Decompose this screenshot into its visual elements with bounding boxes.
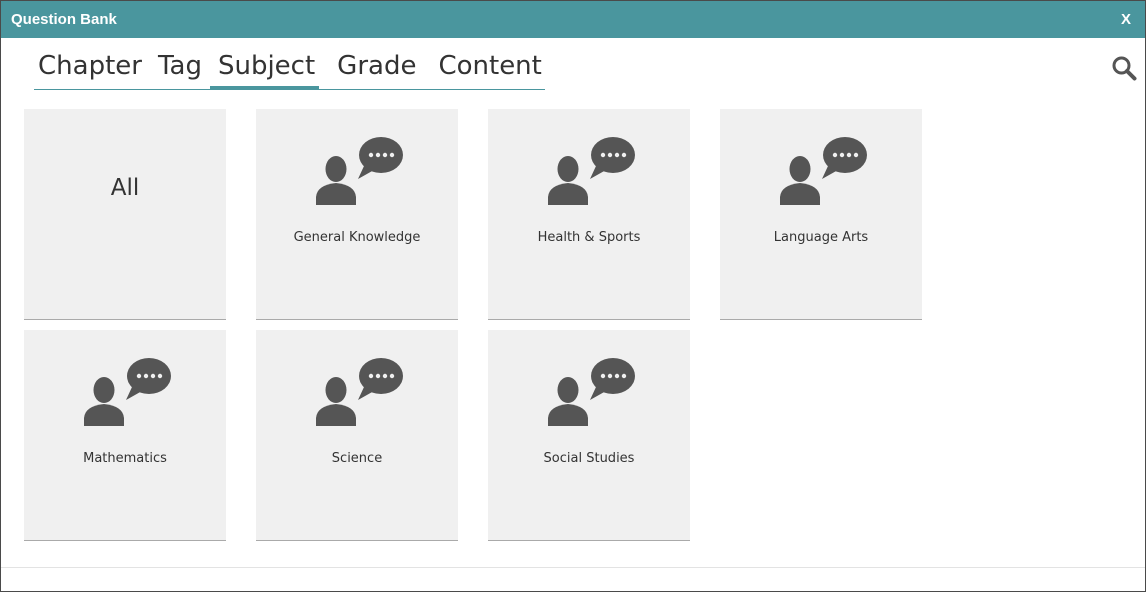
subject-card-science[interactable]: Science xyxy=(256,330,458,541)
question-bank-dialog: Question Bank X Chapter Tag Subject Grad… xyxy=(0,0,1146,592)
card-label: General Knowledge xyxy=(293,230,421,245)
dialog-titlebar: Question Bank X xyxy=(1,1,1145,38)
person-speech-icon xyxy=(548,137,635,205)
subject-card-all[interactable]: All xyxy=(24,109,226,320)
subject-card-social-studies[interactable]: Social Studies xyxy=(488,330,690,541)
footer-divider xyxy=(1,567,1145,568)
card-label: Language Arts xyxy=(773,230,869,245)
subject-card-health-sports[interactable]: Health & Sports xyxy=(488,109,690,320)
person-speech-icon xyxy=(84,358,171,426)
filter-tabs: Chapter Tag Subject Grade Content xyxy=(34,45,545,90)
tab-chapter[interactable]: Chapter xyxy=(38,45,142,89)
close-button[interactable]: X xyxy=(1117,9,1135,30)
subject-card-language-arts[interactable]: Language Arts xyxy=(720,109,922,320)
card-label: Health & Sports xyxy=(537,230,641,245)
search-button[interactable] xyxy=(1111,55,1137,81)
dialog-title: Question Bank xyxy=(11,11,117,28)
person-speech-icon xyxy=(780,137,867,205)
search-icon xyxy=(1112,56,1137,81)
tab-tag[interactable]: Tag xyxy=(158,45,202,89)
tab-content[interactable]: Content xyxy=(438,45,541,89)
card-label: Social Studies xyxy=(543,451,635,466)
tab-subject[interactable]: Subject xyxy=(209,45,320,89)
card-label: Mathematics xyxy=(83,451,167,466)
subject-card-general-knowledge[interactable]: General Knowledge xyxy=(256,109,458,320)
person-speech-icon xyxy=(316,137,403,205)
subject-card-mathematics[interactable]: Mathematics xyxy=(24,330,226,541)
person-speech-icon xyxy=(548,358,635,426)
card-label: All xyxy=(110,175,140,201)
tab-grade[interactable]: Grade xyxy=(337,45,416,89)
person-speech-icon xyxy=(316,358,403,426)
card-label: Science xyxy=(331,451,383,466)
